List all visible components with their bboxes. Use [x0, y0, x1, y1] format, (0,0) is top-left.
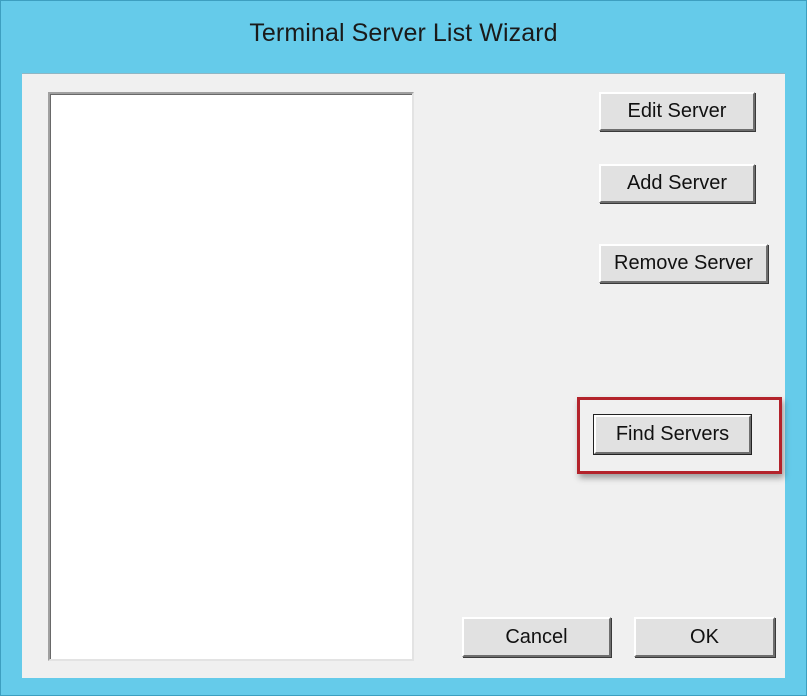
- cancel-button[interactable]: Cancel: [462, 617, 611, 657]
- add-server-button[interactable]: Add Server: [599, 164, 755, 203]
- ok-button[interactable]: OK: [634, 617, 775, 657]
- wizard-window: Terminal Server List Wizard Edit Server …: [0, 0, 807, 696]
- server-list-box[interactable]: [48, 92, 414, 661]
- remove-server-button[interactable]: Remove Server: [599, 244, 768, 283]
- edit-server-button[interactable]: Edit Server: [599, 92, 755, 131]
- dialog-body: Edit Server Add Server Remove Server Fin…: [22, 73, 785, 678]
- window-title: Terminal Server List Wizard: [249, 19, 558, 47]
- find-servers-button[interactable]: Find Servers: [593, 414, 752, 455]
- title-bar[interactable]: Terminal Server List Wizard: [1, 1, 806, 73]
